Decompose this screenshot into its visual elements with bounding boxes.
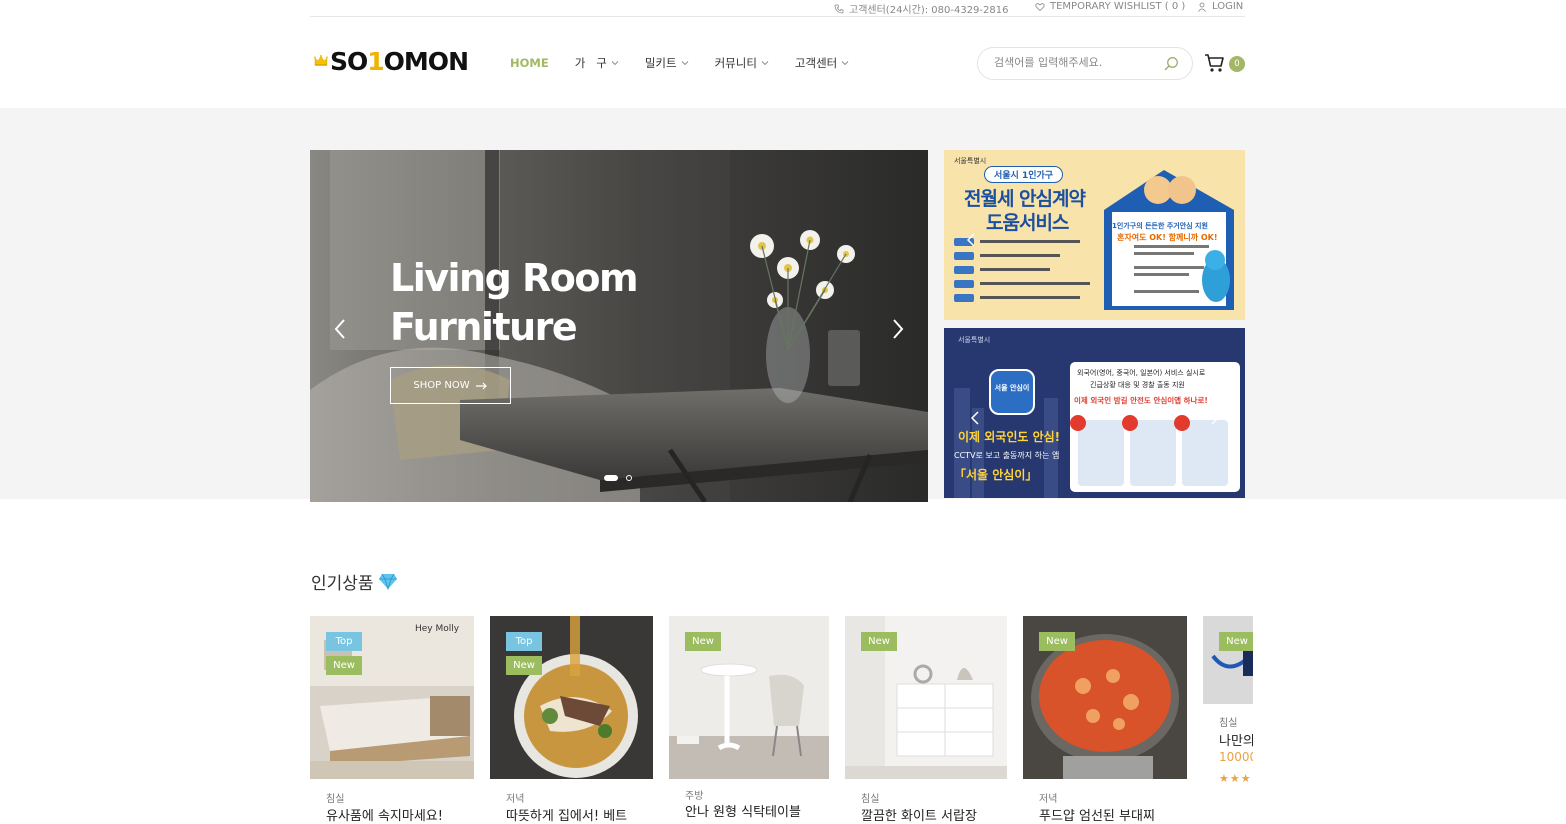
banner1-box-line2: 혼자여도 OK! 함께니까 OK!	[1117, 233, 1218, 242]
product-name[interactable]: 나만의	[1219, 730, 1253, 749]
site-logo[interactable]: SO1OMON	[314, 44, 469, 78]
wishlist-link[interactable]: TEMPORARY WISHLIST ( 0 )	[1035, 1, 1185, 12]
crown-icon	[314, 55, 328, 66]
badge-new: New	[1039, 632, 1075, 651]
hero-title-line1: Living Room	[390, 256, 639, 300]
product-image-caption: Hey Molly	[415, 624, 460, 634]
user-icon	[1198, 2, 1206, 12]
popular-section-title: 인기상품	[311, 569, 398, 594]
nav-furniture[interactable]: 가 구	[575, 55, 619, 71]
product-category: 침실	[326, 794, 345, 805]
slider-dot[interactable]	[626, 475, 632, 481]
banner2-box-line2: 긴급상황 대응 및 경찰 출동 지원	[1090, 381, 1185, 389]
cart-button[interactable]: 0	[1204, 53, 1248, 75]
badge-top: Top	[506, 632, 542, 651]
shop-now-label: SHOP NOW	[413, 380, 470, 391]
nav-label: 커뮤니티	[714, 56, 757, 70]
product-price: 10000	[1219, 750, 1253, 764]
diamond-icon	[378, 573, 397, 590]
heart-icon	[1035, 2, 1045, 11]
banner2-app-quote: 「서울 안심이」	[954, 468, 1038, 482]
main-slider: Living Room Furniture SHOP NOW	[310, 150, 928, 502]
banner2-box-line1: 외국어(영어, 중국어, 일본어) 서비스 실시로	[1077, 369, 1206, 377]
login-text: LOGIN	[1212, 1, 1244, 12]
product-category: 저녁	[1039, 794, 1058, 805]
nav-customer-center[interactable]: 고객센터	[795, 55, 849, 71]
banner-seoul-single-household[interactable]: 서울특별시 서울시 1인가구 전월세 안심계약 도움서비스 1인가구의 든든한 …	[944, 150, 1245, 320]
badge-top: Top	[326, 632, 362, 651]
product-card[interactable]: New 침실 깔끔한 화이트 서랍장	[845, 616, 1007, 824]
nav-label: 밀키트	[644, 56, 677, 70]
product-category: 주방	[685, 791, 704, 802]
popular-products-list: Hey Molly Top New 침실 유사품에 속지마세요! Top New…	[310, 616, 1253, 824]
slider-pagination	[604, 475, 632, 481]
product-name[interactable]: 푸드얍 엄선된 부대찌	[1039, 805, 1155, 824]
nav-label: HOME	[510, 56, 549, 70]
main-nav: HOME 가 구 밀키트 커뮤니티 고객센터	[510, 54, 875, 72]
banner1-title1: 전월세 안심계약	[964, 188, 1086, 210]
hero-title: Living Room Furniture	[390, 254, 639, 352]
product-name[interactable]: 따뜻하게 집에서! 베트	[506, 805, 627, 824]
product-category: 침실	[861, 794, 880, 805]
rating-stars-icon: ★★★	[1219, 772, 1252, 785]
product-name[interactable]: 안나 원형 식탁테이블	[685, 801, 801, 820]
phone-icon	[834, 4, 844, 13]
banner2-box-line3: 이제 외국인 밤길 안전도 안심이앱 하나로!	[1074, 396, 1208, 405]
top-utility-bar: 고객센터(24시간): 080-4329-2816 TEMPORARY WISH…	[310, 0, 1245, 17]
badge-new: New	[685, 632, 721, 651]
product-name[interactable]: 유사품에 속지마세요!	[326, 805, 443, 824]
slider-next-icon[interactable]	[890, 318, 906, 340]
search-icon[interactable]	[1163, 56, 1179, 72]
badge-new: New	[1219, 632, 1253, 651]
slider-prev-icon[interactable]	[332, 318, 348, 340]
banner1-title2: 도움서비스	[986, 212, 1069, 234]
chevron-down-icon	[611, 61, 619, 66]
product-card[interactable]: Hey Molly Top New 침실 유사품에 속지마세요!	[310, 616, 474, 824]
popular-title-text: 인기상품	[311, 574, 374, 594]
shop-now-button[interactable]: SHOP NOW	[390, 367, 511, 404]
wishlist-text: TEMPORARY WISHLIST ( 0 )	[1050, 1, 1186, 12]
nav-label: 가 구	[574, 56, 607, 70]
search-input[interactable]	[994, 56, 1154, 69]
arrow-right-icon	[475, 382, 487, 389]
nav-home[interactable]: HOME	[510, 56, 549, 70]
banner-seoul-ansimi-app[interactable]: 서울특별시 서울 안심이 이제 외국인도 안심! CCTV로 보고 출동까지 하…	[944, 328, 1245, 498]
logo-text: SO1OMON	[329, 46, 469, 76]
banner2-headline: 이제 외국인도 안심!	[958, 430, 1061, 444]
customer-center-text: 고객센터(24시간): 080-4329-2816	[849, 5, 1009, 16]
customer-center-phone[interactable]: 고객센터(24시간): 080-4329-2816	[834, 1, 1008, 16]
cart-count-badge: 0	[1229, 56, 1245, 72]
login-link[interactable]: LOGIN	[1197, 1, 1243, 12]
nav-community[interactable]: 커뮤니티	[715, 55, 769, 71]
banner2-sub: CCTV로 보고 출동까지 하는 앱	[954, 451, 1060, 460]
product-card[interactable]: New 침실 나만의 10000 ★★★	[1203, 616, 1253, 824]
badge-new: New	[506, 656, 542, 675]
product-card[interactable]: New 저녁 푸드얍 엄선된 부대찌	[1023, 616, 1187, 824]
slider-dot-active[interactable]	[604, 475, 618, 481]
search-box	[977, 47, 1193, 80]
product-image[interactable]	[1203, 616, 1253, 704]
product-card[interactable]: New 주방 안나 원형 식탁테이블	[669, 616, 829, 824]
product-category: 저녁	[506, 794, 525, 805]
cart-icon	[1205, 54, 1224, 72]
product-card[interactable]: Top New 저녁 따뜻하게 집에서! 베트	[490, 616, 653, 824]
bedding-photo	[1203, 616, 1253, 704]
badge-new: New	[326, 656, 362, 675]
product-category: 침실	[1219, 718, 1238, 729]
banner1-badge: 서울시 1인가구	[984, 166, 1064, 183]
badge-new: New	[861, 632, 897, 651]
nav-label: 고객센터	[794, 56, 838, 70]
nav-mealkit[interactable]: 밀키트	[645, 55, 689, 71]
banner1-box-line1: 1인가구의 든든한 주거안심 지원	[1112, 222, 1208, 230]
chevron-down-icon	[761, 61, 769, 66]
chevron-down-icon	[841, 61, 849, 66]
banner2-app-icon-label: 서울 안심이	[994, 384, 1030, 392]
hero-title-line2: Furniture	[390, 305, 578, 349]
banner1-org: 서울특별시	[954, 157, 987, 165]
chevron-down-icon	[681, 61, 688, 66]
banner2-org: 서울특별시	[958, 336, 991, 344]
product-name[interactable]: 깔끔한 화이트 서랍장	[861, 805, 977, 824]
